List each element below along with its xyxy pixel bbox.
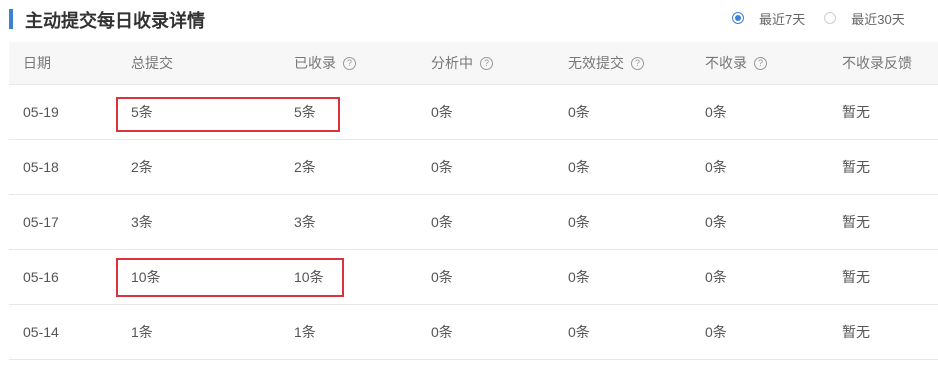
table-row: 05-16 10条 10条 0条 0条 0条 暂无 — [9, 250, 938, 305]
cell-feedback: 暂无 — [842, 159, 870, 175]
column-header-not-indexed: 不收录? — [705, 42, 767, 84]
cell-invalid: 0条 — [568, 269, 590, 285]
cell-indexed: 1条 — [294, 324, 316, 340]
cell-not-indexed: 0条 — [705, 214, 727, 230]
cell-analyzing: 0条 — [431, 159, 453, 175]
cell-not-indexed: 0条 — [705, 159, 727, 175]
cell-invalid: 0条 — [568, 104, 590, 120]
cell-not-indexed: 0条 — [705, 324, 727, 340]
cell-not-indexed: 0条 — [705, 269, 727, 285]
table-header: 日期 总提交 已收录? 分析中? 无效提交? 不收录? 不收录反馈 — [9, 42, 938, 85]
column-header-label: 已收录 — [294, 55, 336, 71]
help-icon[interactable]: ? — [480, 56, 493, 70]
column-header-label: 无效提交 — [568, 55, 624, 71]
range-option-7-days[interactable]: 最近7天 — [732, 9, 805, 28]
help-icon[interactable]: ? — [343, 56, 356, 70]
range-option-label: 最近7天 — [759, 11, 806, 27]
radio-unchecked-icon[interactable] — [824, 12, 837, 24]
cell-invalid: 0条 — [568, 324, 590, 340]
section-header: 主动提交每日收录详情 最近7天 最近30天 — [0, 0, 938, 42]
cell-invalid: 0条 — [568, 159, 590, 175]
column-header-total: 总提交 — [131, 42, 173, 84]
cell-analyzing: 0条 — [431, 214, 453, 230]
cell-analyzing: 0条 — [431, 104, 453, 120]
column-header-analyzing: 分析中? — [431, 42, 493, 84]
column-header-label: 不收录 — [705, 55, 747, 71]
table-row: 05-18 2条 2条 0条 0条 0条 暂无 — [9, 140, 938, 195]
section-title: 主动提交每日收录详情 — [25, 11, 205, 31]
cell-feedback: 暂无 — [842, 269, 870, 285]
column-header-label: 日期 — [23, 55, 51, 71]
cell-analyzing: 0条 — [431, 324, 453, 340]
cell-invalid: 0条 — [568, 214, 590, 230]
help-icon[interactable]: ? — [631, 56, 644, 70]
cell-not-indexed: 0条 — [705, 104, 727, 120]
cell-feedback: 暂无 — [842, 214, 870, 230]
cell-date: 05-17 — [23, 214, 59, 230]
date-range-selector: 最近7天 最近30天 — [732, 9, 905, 27]
column-header-date: 日期 — [23, 42, 51, 84]
cell-date: 05-16 — [23, 269, 59, 285]
highlight-box — [116, 258, 344, 297]
cell-total: 2条 — [131, 159, 153, 175]
cell-date: 05-19 — [23, 104, 59, 120]
highlight-box — [116, 97, 340, 132]
table-row: 05-14 1条 1条 0条 0条 0条 暂无 — [9, 305, 938, 360]
column-header-label: 分析中 — [431, 55, 473, 71]
column-header-label: 总提交 — [131, 55, 173, 71]
radio-checked-icon[interactable] — [732, 12, 744, 24]
help-icon[interactable]: ? — [754, 56, 767, 70]
title-accent-bar — [9, 9, 13, 29]
cell-total: 1条 — [131, 324, 153, 340]
cell-total: 3条 — [131, 214, 153, 230]
cell-indexed: 3条 — [294, 214, 316, 230]
cell-analyzing: 0条 — [431, 269, 453, 285]
cell-date: 05-18 — [23, 159, 59, 175]
cell-feedback: 暂无 — [842, 104, 870, 120]
table-row: 05-19 5条 5条 0条 0条 0条 暂无 — [9, 85, 938, 140]
column-header-indexed: 已收录? — [294, 42, 356, 84]
cell-date: 05-14 — [23, 324, 59, 340]
range-option-30-days[interactable]: 最近30天 — [824, 9, 905, 28]
column-header-feedback: 不收录反馈 — [842, 42, 912, 84]
cell-indexed: 2条 — [294, 159, 316, 175]
column-header-label: 不收录反馈 — [842, 55, 912, 71]
cell-feedback: 暂无 — [842, 324, 870, 340]
table-row: 05-17 3条 3条 0条 0条 0条 暂无 — [9, 195, 938, 250]
column-header-invalid: 无效提交? — [568, 42, 644, 84]
range-option-label: 最近30天 — [851, 11, 905, 27]
